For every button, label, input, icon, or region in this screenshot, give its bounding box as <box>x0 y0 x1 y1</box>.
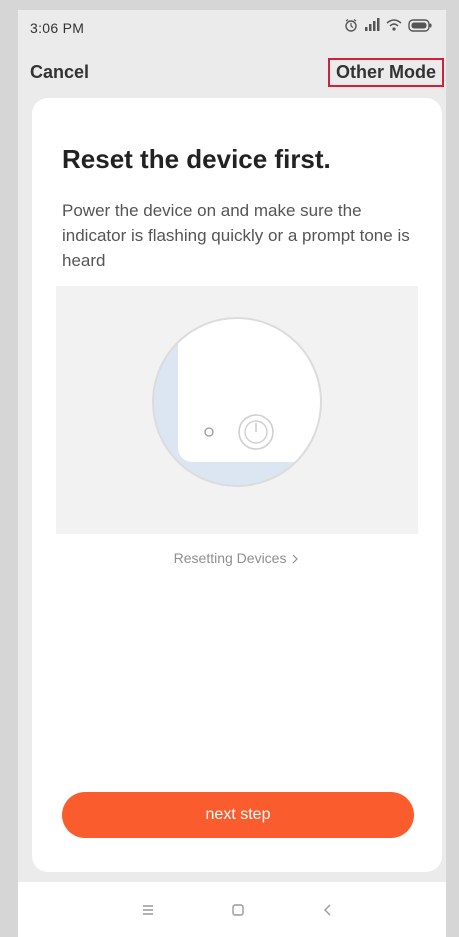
alarm-icon <box>344 18 358 32</box>
chevron-right-icon <box>290 550 300 566</box>
top-nav-bar: Cancel Other Mode <box>18 58 446 88</box>
system-navigation-bar <box>18 882 446 937</box>
other-mode-button[interactable]: Other Mode <box>327 58 444 87</box>
instruction-text: Power the device on and make sure the in… <box>62 201 410 270</box>
resetting-devices-link[interactable]: Resetting Devices <box>32 550 442 566</box>
status-icons <box>344 18 432 32</box>
page-title: Reset the device first. <box>62 144 331 174</box>
back-icon[interactable] <box>316 898 340 922</box>
wifi-icon <box>386 18 402 32</box>
resetting-devices-label: Resetting Devices <box>173 550 287 566</box>
reset-instructions-card: Reset the device first. Power the device… <box>32 98 442 872</box>
signal-icon <box>364 18 380 32</box>
cancel-button[interactable]: Cancel <box>30 62 89 83</box>
home-icon[interactable] <box>226 898 250 922</box>
phone-screen: 3:06 PM Cancel Other Mode Reset the devi… <box>18 10 446 937</box>
menu-icon[interactable] <box>136 898 160 922</box>
status-time: 3:06 PM <box>30 20 85 36</box>
status-bar: 3:06 PM <box>18 10 446 46</box>
battery-icon <box>408 18 432 32</box>
device-power-illustration <box>56 286 418 534</box>
next-step-button[interactable]: next step <box>62 792 414 838</box>
